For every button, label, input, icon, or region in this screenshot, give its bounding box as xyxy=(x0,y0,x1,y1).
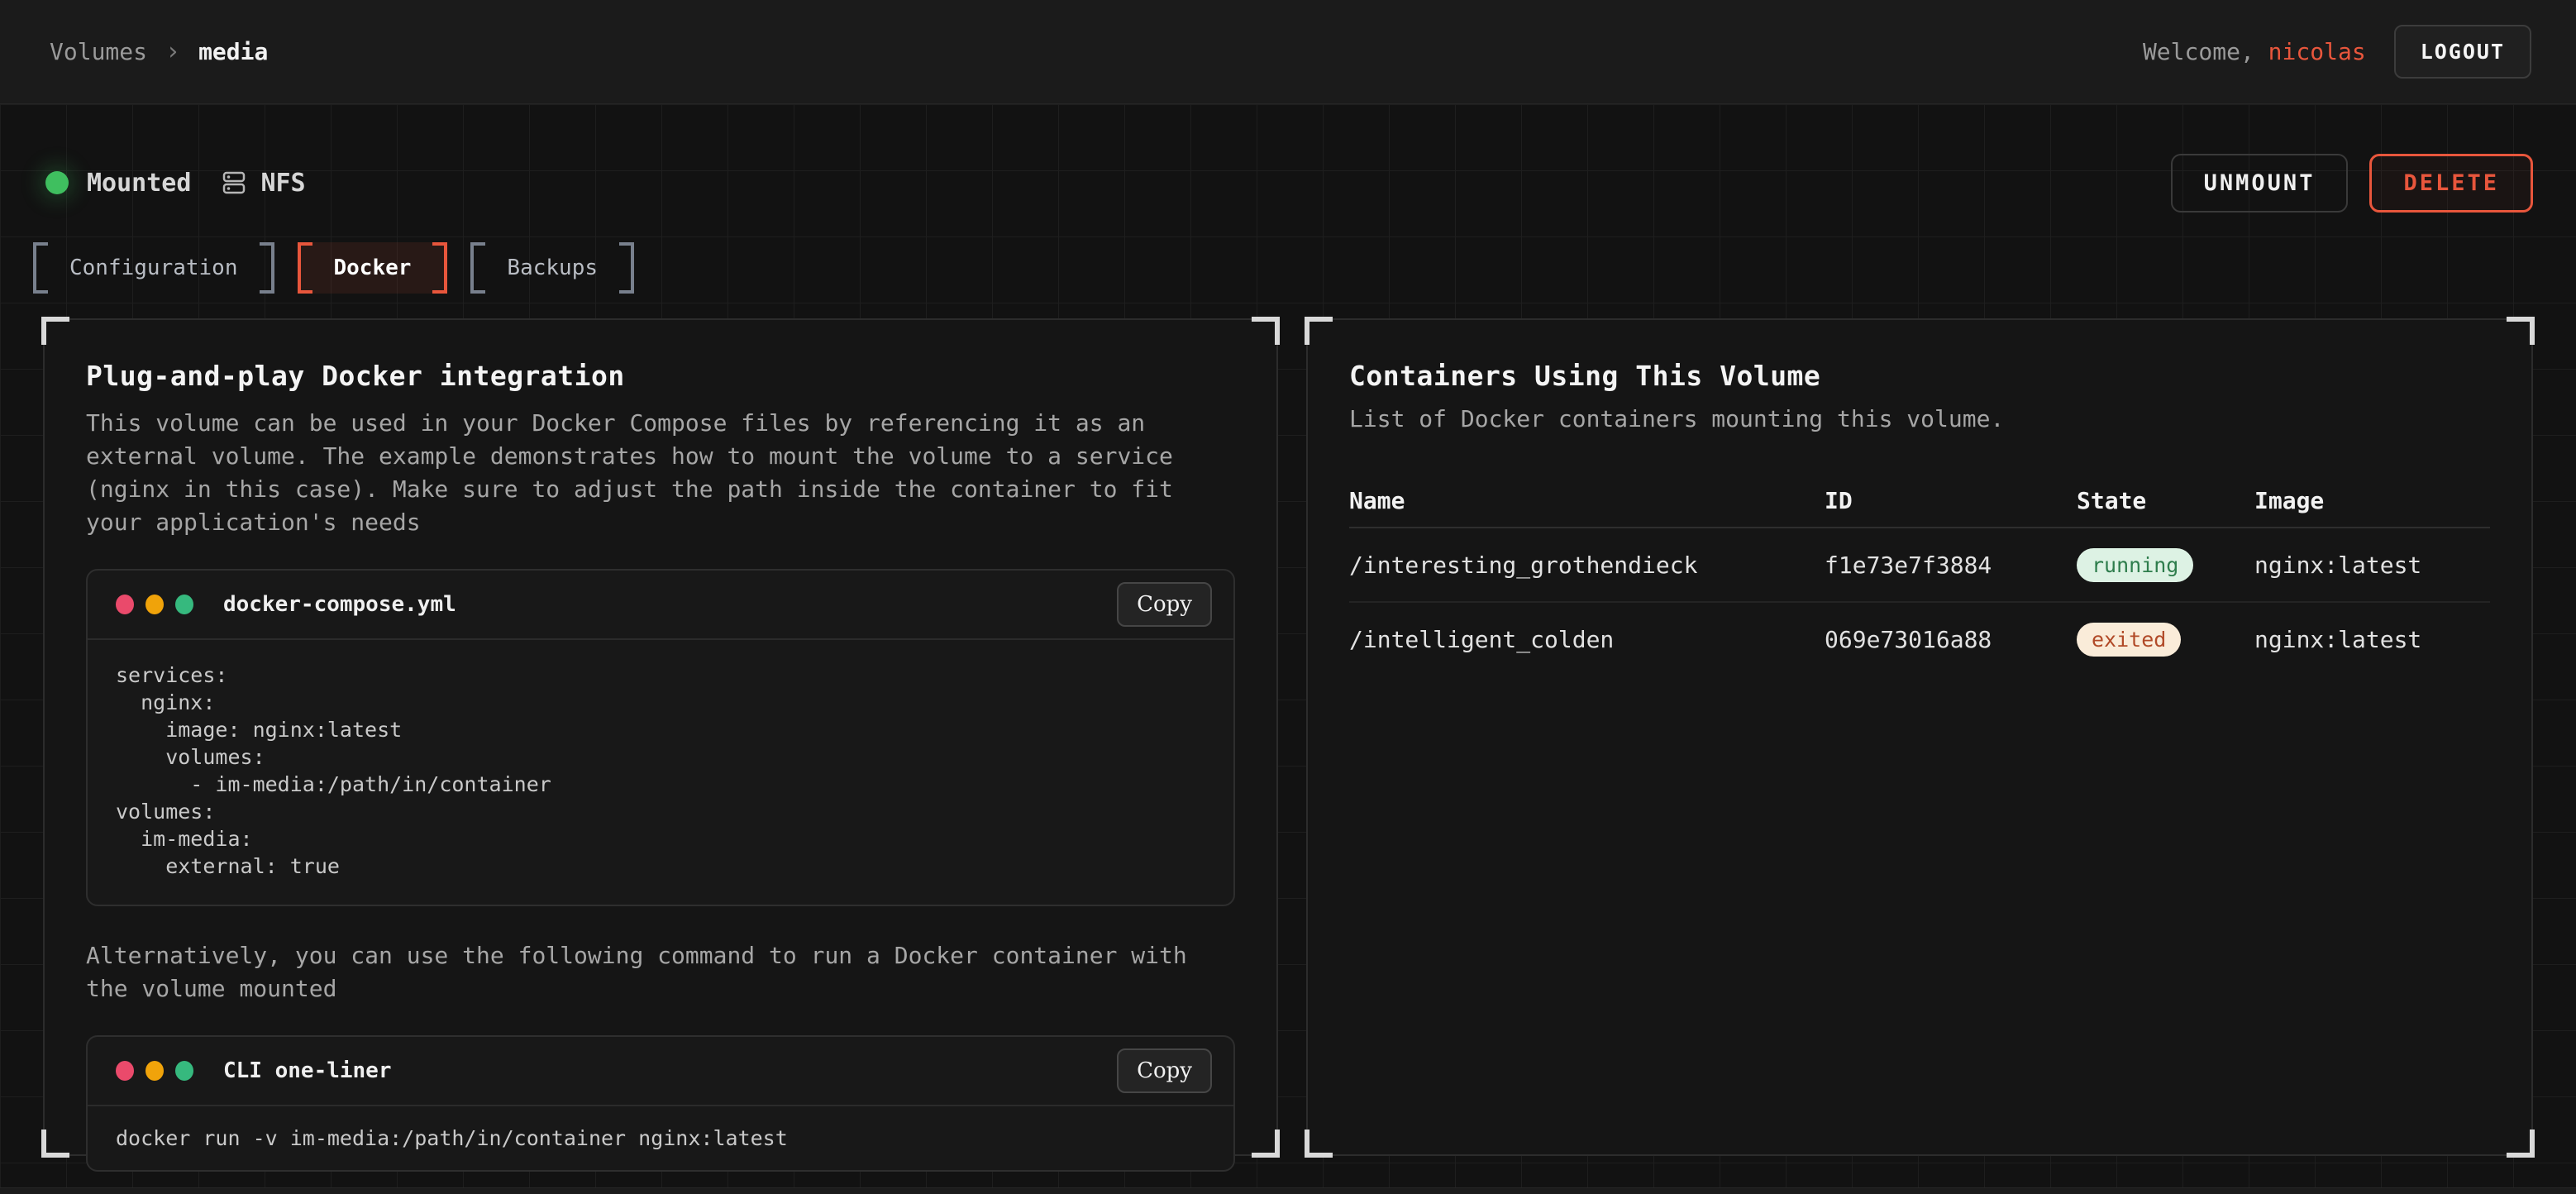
traffic-light-red-icon xyxy=(116,595,134,614)
table-row: /intelligent_colden 069e73016a88 exited … xyxy=(1349,603,2490,676)
panel-corner-icon xyxy=(1305,1130,1333,1158)
cli-note: Alternatively, you can use the following… xyxy=(86,939,1210,1005)
traffic-light-red-icon xyxy=(116,1061,134,1081)
docker-panel-title: Plug-and-play Docker integration xyxy=(86,360,1235,392)
tab-docker-label: Docker xyxy=(334,256,412,280)
cli-title: CLI one-liner xyxy=(223,1058,392,1083)
panel-corner-icon xyxy=(41,317,69,345)
containers-panel: Containers Using This Volume List of Doc… xyxy=(1306,318,2533,1156)
bracket-left-icon xyxy=(33,242,48,294)
bracket-right-icon xyxy=(619,242,634,294)
copy-compose-button[interactable]: Copy xyxy=(1117,582,1212,627)
containers-panel-title: Containers Using This Volume xyxy=(1349,360,2490,392)
traffic-light-green-icon xyxy=(175,1061,193,1081)
container-state: exited xyxy=(2077,623,2254,657)
table-header-row: Name ID State Image xyxy=(1349,474,2490,527)
panel-corner-icon xyxy=(2507,1130,2535,1158)
delete-button[interactable]: DELETE xyxy=(2369,154,2533,213)
cli-code-block-header: CLI one-liner Copy xyxy=(88,1037,1233,1106)
cli-code-content: docker run -v im-media:/path/in/containe… xyxy=(88,1106,1233,1170)
volume-actions: UNMOUNT DELETE xyxy=(2171,154,2533,213)
mounted-status: Mounted xyxy=(45,169,191,198)
state-badge-running: running xyxy=(2077,548,2193,582)
volume-driver: NFS xyxy=(221,169,305,198)
breadcrumb-volumes-link[interactable]: Volumes xyxy=(50,38,147,65)
docker-panel-description: This volume can be used in your Docker C… xyxy=(86,407,1210,539)
welcome-prefix: Welcome, xyxy=(2143,38,2268,65)
top-bar: Volumes › media Welcome, nicolas LOGOUT xyxy=(0,0,2576,104)
column-header-state: State xyxy=(2077,487,2254,514)
tab-backups[interactable]: Backups xyxy=(470,242,634,294)
username: nicolas xyxy=(2268,38,2366,65)
volume-status-bar: Mounted NFS UNMOUNT DELETE xyxy=(45,149,2533,217)
tab-backups-label: Backups xyxy=(507,256,598,280)
volume-status: Mounted NFS xyxy=(45,169,306,198)
bracket-left-icon xyxy=(470,242,485,294)
container-image: nginx:latest xyxy=(2254,626,2490,653)
compose-code-content: services: nginx: image: nginx:latest vol… xyxy=(88,640,1233,905)
server-stack-icon xyxy=(221,170,247,196)
container-state: running xyxy=(2077,548,2254,582)
column-header-name: Name xyxy=(1349,487,1825,514)
traffic-lights xyxy=(116,1061,193,1081)
chevron-right-icon: › xyxy=(165,37,180,66)
panel-corner-icon xyxy=(1305,317,1333,345)
panel-corner-icon xyxy=(41,1130,69,1158)
mounted-status-label: Mounted xyxy=(87,169,191,198)
tab-docker[interactable]: Docker xyxy=(298,242,448,294)
containers-panel-subtitle: List of Docker containers mounting this … xyxy=(1349,405,2490,432)
panel-corner-icon xyxy=(1252,317,1280,345)
container-image: nginx:latest xyxy=(2254,552,2490,579)
unmount-button[interactable]: UNMOUNT xyxy=(2171,154,2349,213)
welcome-text: Welcome, nicolas xyxy=(2143,38,2366,65)
column-header-image: Image xyxy=(2254,487,2490,514)
volume-tabs: Configuration Docker Backups xyxy=(33,242,634,294)
copy-cli-button[interactable]: Copy xyxy=(1117,1048,1212,1093)
tab-configuration[interactable]: Configuration xyxy=(33,242,274,294)
container-id: 069e73016a88 xyxy=(1825,626,2077,653)
container-name: /intelligent_colden xyxy=(1349,626,1825,653)
tab-configuration-label: Configuration xyxy=(69,256,238,280)
state-badge-exited: exited xyxy=(2077,623,2181,657)
footer-strip xyxy=(0,1187,2576,1194)
breadcrumb: Volumes › media xyxy=(50,37,268,66)
compose-code-block-header: docker-compose.yml Copy xyxy=(88,571,1233,640)
traffic-light-amber-icon xyxy=(145,595,164,614)
traffic-light-green-icon xyxy=(175,595,193,614)
compose-code-block: docker-compose.yml Copy services: nginx:… xyxy=(86,569,1235,906)
panel-corner-icon xyxy=(2507,317,2535,345)
content-panels: Plug-and-play Docker integration This vo… xyxy=(43,318,2533,1156)
traffic-lights xyxy=(116,595,193,614)
header-right: Welcome, nicolas LOGOUT xyxy=(2143,25,2531,79)
driver-label: NFS xyxy=(260,169,305,198)
container-name: /interesting_grothendieck xyxy=(1349,552,1825,579)
column-header-id: ID xyxy=(1825,487,2077,514)
logout-button[interactable]: LOGOUT xyxy=(2394,25,2531,79)
mounted-status-dot xyxy=(45,171,69,194)
container-id: f1e73e7f3884 xyxy=(1825,552,2077,579)
panel-corner-icon xyxy=(1252,1130,1280,1158)
table-row: /interesting_grothendieck f1e73e7f3884 r… xyxy=(1349,528,2490,601)
bracket-right-icon xyxy=(260,242,274,294)
docker-integration-panel: Plug-and-play Docker integration This vo… xyxy=(43,318,1278,1156)
breadcrumb-current-volume: media xyxy=(198,38,268,65)
cli-code-block: CLI one-liner Copy docker run -v im-medi… xyxy=(86,1035,1235,1172)
bracket-right-icon xyxy=(432,242,447,294)
bracket-left-icon xyxy=(298,242,312,294)
containers-table: Name ID State Image /interesting_grothen… xyxy=(1349,474,2490,676)
traffic-light-amber-icon xyxy=(145,1061,164,1081)
compose-filename: docker-compose.yml xyxy=(223,592,456,617)
